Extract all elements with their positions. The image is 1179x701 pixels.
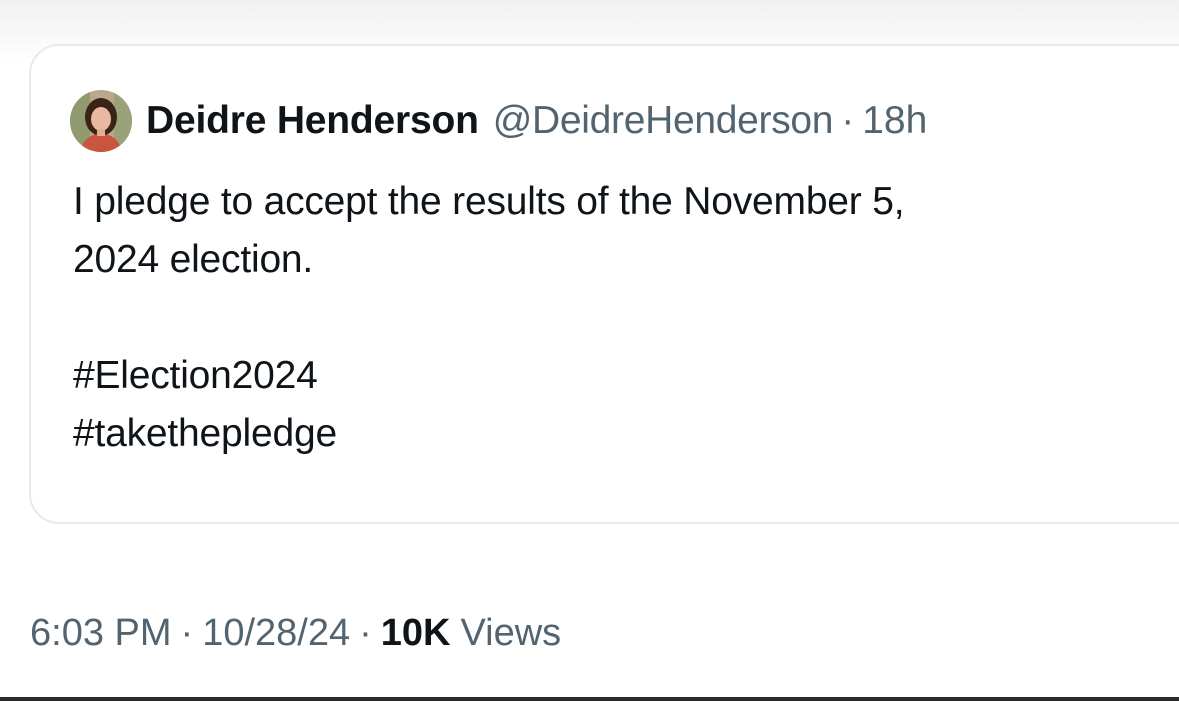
avatar[interactable]	[70, 90, 132, 152]
post-date[interactable]: 10/28/24	[202, 612, 350, 655]
quoted-tweet-header: Deidre Henderson @DeidreHenderson · 18h	[70, 90, 927, 152]
header-separator: ·	[841, 99, 855, 142]
hashtag-election2024[interactable]: #Election2024	[73, 347, 1163, 405]
views-count: 10K	[380, 611, 451, 654]
author-handle[interactable]: @DeidreHenderson	[493, 99, 834, 143]
tweet-time-ago[interactable]: 18h	[862, 99, 927, 143]
post-meta-row: 6:03 PM · 10/28/24 · 10K Views	[30, 605, 561, 661]
tweet-text: I pledge to accept the results of the No…	[73, 173, 1163, 463]
tweet-text-line: 2024 election.	[73, 238, 314, 281]
meta-separator: ·	[359, 611, 372, 654]
views-label: Views	[460, 611, 562, 654]
profile-photo-avatar-icon	[70, 90, 132, 152]
meta-separator: ·	[180, 611, 194, 654]
bottom-divider	[0, 697, 1179, 701]
tweet-text-line: I pledge to accept the results of the No…	[73, 180, 905, 223]
author-display-name[interactable]: Deidre Henderson	[146, 99, 479, 143]
post-time[interactable]: 6:03 PM	[30, 612, 172, 655]
hashtag-takethepledge[interactable]: #takethepledge	[73, 405, 1163, 463]
